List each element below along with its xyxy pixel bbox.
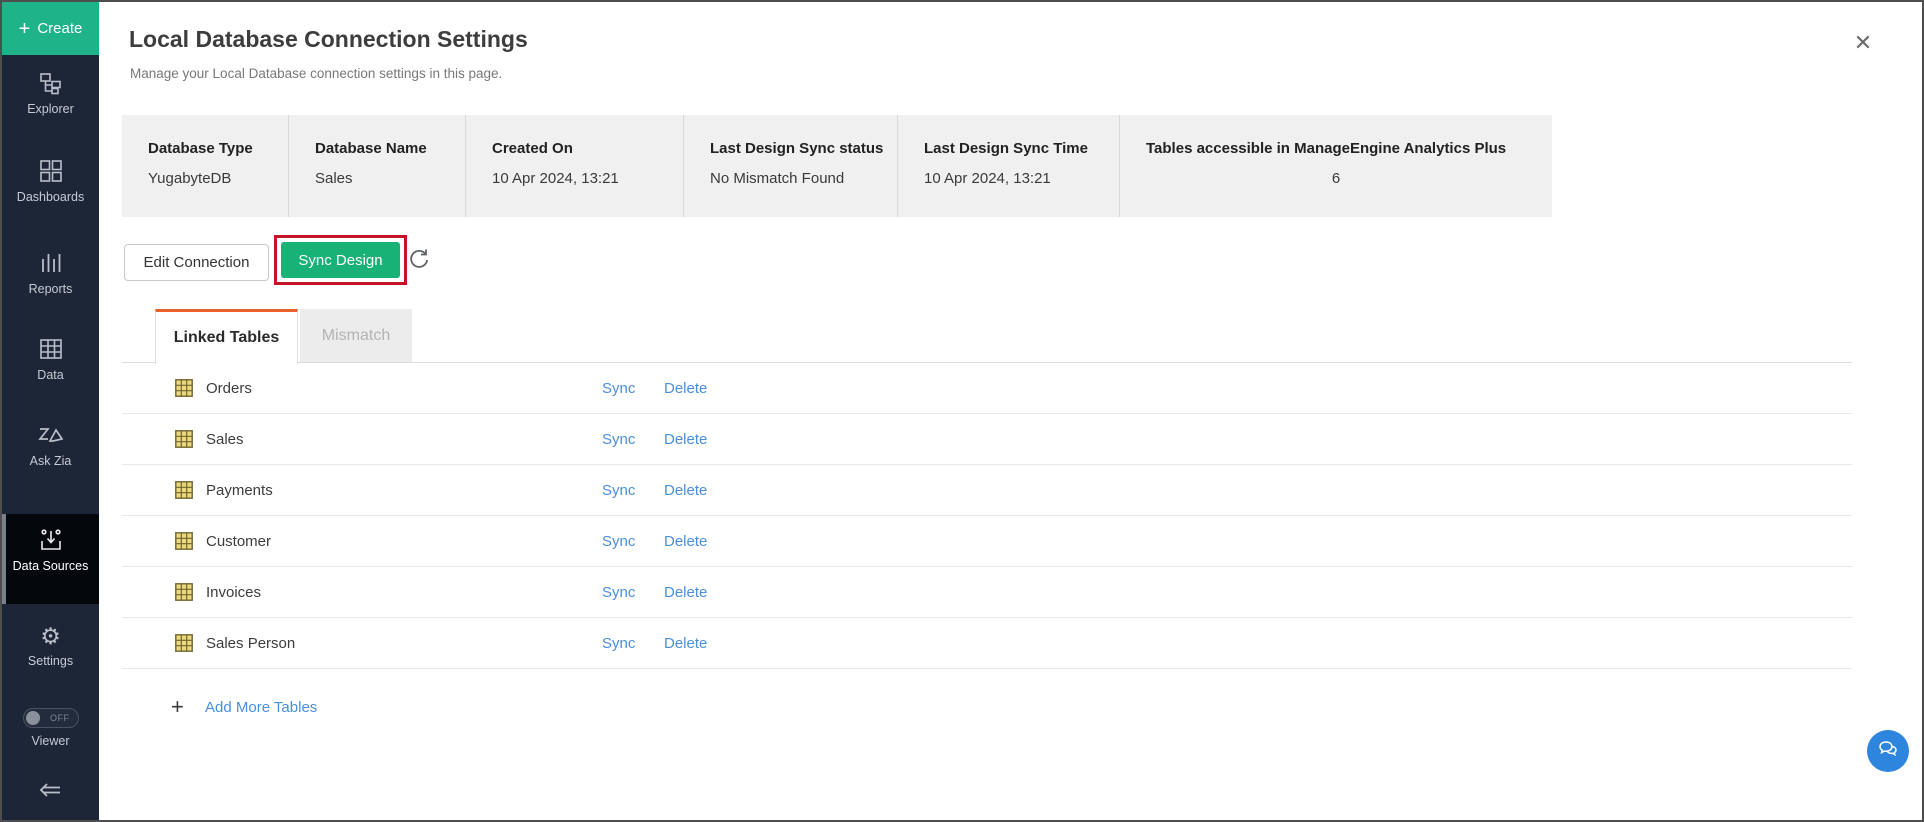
sidebar-item-explorer[interactable]: Explorer: [2, 70, 99, 118]
info-col-database-name: Database Name Sales: [289, 115, 466, 217]
delete-link[interactable]: Delete: [664, 482, 707, 499]
info-col-sync-time: Last Design Sync Time 10 Apr 2024, 13:21: [898, 115, 1120, 217]
tab-mismatch[interactable]: Mismatch: [300, 309, 412, 362]
info-col-database-type: Database Type YugabyteDB: [122, 115, 289, 217]
edit-connection-button[interactable]: Edit Connection: [124, 244, 269, 281]
table-grid-icon: [175, 532, 193, 550]
sync-link[interactable]: Sync: [602, 431, 635, 448]
table-row: Sales Sync Delete: [122, 414, 1852, 465]
refresh-icon[interactable]: [407, 247, 431, 271]
info-value: Sales: [315, 170, 455, 187]
info-header: Database Type: [148, 140, 278, 157]
reports-icon: [2, 250, 99, 278]
connection-info-strip: Database Type YugabyteDB Database Name S…: [122, 115, 1552, 217]
sidebar-collapse-button[interactable]: [2, 778, 99, 810]
tab-bar: Linked Tables Mismatch: [122, 309, 1852, 363]
table-grid-icon: [175, 583, 193, 601]
sidebar-item-dashboards[interactable]: Dashboards: [2, 158, 99, 206]
tab-linked-tables[interactable]: Linked Tables: [155, 309, 298, 364]
annotation-highlight-box: Sync Design: [274, 235, 407, 285]
sync-link[interactable]: Sync: [602, 380, 635, 397]
create-button[interactable]: + Create: [2, 2, 99, 55]
info-col-tables-accessible: Tables accessible in ManageEngine Analyt…: [1120, 115, 1552, 217]
delete-link[interactable]: Delete: [664, 533, 707, 550]
sidebar-item-settings[interactable]: ⚙ Settings: [2, 622, 99, 670]
ask-zia-icon: [2, 422, 99, 450]
sidebar-item-label: Dashboards: [2, 190, 99, 206]
sidebar-item-label: Data Sources: [2, 559, 99, 575]
viewer-label: Viewer: [2, 734, 99, 750]
sidebar-item-data-sources[interactable]: Data Sources: [2, 514, 99, 604]
table-name: Sales Person: [206, 635, 295, 652]
toggle-state-label: OFF: [50, 713, 70, 723]
table-grid-icon: [175, 379, 193, 397]
table-grid-icon: [175, 430, 193, 448]
table-name: Payments: [206, 482, 273, 499]
table-grid-icon: [175, 481, 193, 499]
sidebar: + Create Explorer: [2, 2, 99, 820]
table-name: Invoices: [206, 584, 261, 601]
chat-bubbles-icon: [1876, 737, 1900, 766]
table-row: Payments Sync Delete: [122, 465, 1852, 516]
data-icon: [2, 336, 99, 364]
info-header: Created On: [492, 140, 673, 157]
info-value: No Mismatch Found: [710, 170, 887, 187]
table-name: Sales: [206, 431, 244, 448]
page-subtitle: Manage your Local Database connection se…: [130, 66, 502, 81]
linked-tables-list: Orders Sync Delete Sales Sync Delete: [122, 363, 1852, 669]
plus-icon: +: [171, 696, 184, 718]
table-row: Invoices Sync Delete: [122, 567, 1852, 618]
info-col-created-on: Created On 10 Apr 2024, 13:21: [466, 115, 684, 217]
main-panel: ✕ Local Database Connection Settings Man…: [99, 2, 1924, 820]
dashboards-icon: [2, 158, 99, 186]
sync-link[interactable]: Sync: [602, 533, 635, 550]
sync-link[interactable]: Sync: [602, 584, 635, 601]
table-name: Orders: [206, 380, 252, 397]
info-header: Last Design Sync status: [710, 140, 887, 157]
delete-link[interactable]: Delete: [664, 431, 707, 448]
info-header: Last Design Sync Time: [924, 140, 1109, 157]
add-more-tables-label: Add More Tables: [205, 699, 317, 716]
viewer-toggle[interactable]: OFF: [23, 708, 79, 728]
sidebar-item-ask-zia[interactable]: Ask Zia: [2, 422, 99, 470]
sidebar-item-data[interactable]: Data: [2, 336, 99, 384]
app-window: + Create Explorer: [0, 0, 1924, 822]
info-header: Database Name: [315, 140, 455, 157]
sidebar-item-reports[interactable]: Reports: [2, 250, 99, 298]
info-value: 6: [1146, 170, 1542, 187]
sidebar-item-label: Explorer: [2, 102, 99, 118]
table-row: Customer Sync Delete: [122, 516, 1852, 567]
table-row: Orders Sync Delete: [122, 363, 1852, 414]
sync-design-button[interactable]: Sync Design: [281, 242, 400, 278]
create-button-label: Create: [37, 20, 82, 37]
delete-link[interactable]: Delete: [664, 635, 707, 652]
info-value: 10 Apr 2024, 13:21: [492, 170, 673, 187]
delete-link[interactable]: Delete: [664, 584, 707, 601]
delete-link[interactable]: Delete: [664, 380, 707, 397]
table-name: Customer: [206, 533, 271, 550]
sidebar-item-label: Ask Zia: [2, 454, 99, 470]
sidebar-item-label: Reports: [2, 282, 99, 298]
plus-icon: +: [19, 19, 31, 39]
sidebar-item-label: Data: [2, 368, 99, 384]
sidebar-item-label: Settings: [2, 654, 99, 670]
info-value: YugabyteDB: [148, 170, 278, 187]
sync-link[interactable]: Sync: [602, 482, 635, 499]
sync-link[interactable]: Sync: [602, 635, 635, 652]
gear-icon: ⚙: [2, 622, 99, 650]
info-header: Tables accessible in ManageEngine Analyt…: [1146, 140, 1542, 157]
table-grid-icon: [175, 634, 193, 652]
collapse-icon: [2, 778, 99, 806]
info-col-sync-status: Last Design Sync status No Mismatch Foun…: [684, 115, 898, 217]
explorer-icon: [2, 70, 99, 98]
chat-fab-button[interactable]: [1867, 730, 1909, 772]
close-icon[interactable]: ✕: [1848, 28, 1878, 58]
sidebar-item-viewer: OFF Viewer: [2, 708, 99, 750]
data-sources-icon: [2, 527, 99, 555]
table-row: Sales Person Sync Delete: [122, 618, 1852, 669]
page-title: Local Database Connection Settings: [129, 26, 528, 53]
info-value: 10 Apr 2024, 13:21: [924, 170, 1109, 187]
toggle-knob: [26, 711, 40, 725]
